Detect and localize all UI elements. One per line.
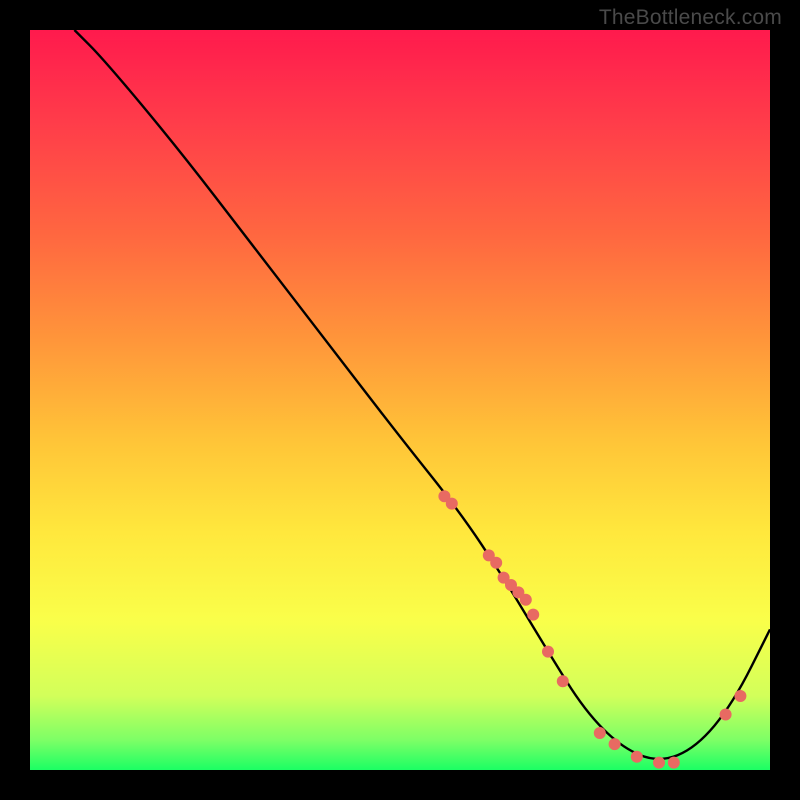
highlight-dot (668, 757, 680, 769)
highlight-dot (609, 738, 621, 750)
highlight-dot (557, 675, 569, 687)
chart-frame: TheBottleneck.com (0, 0, 800, 800)
highlight-dot (631, 751, 643, 763)
highlight-dot (653, 757, 665, 769)
watermark-text: TheBottleneck.com (599, 6, 782, 30)
highlight-dot (734, 690, 746, 702)
highlight-dot (446, 498, 458, 510)
highlight-dot (594, 727, 606, 739)
highlight-dots-group (438, 490, 746, 768)
highlight-dot (520, 594, 532, 606)
bottleneck-curve (74, 30, 770, 759)
highlight-dot (490, 557, 502, 569)
highlight-dot (542, 646, 554, 658)
highlight-dot (720, 709, 732, 721)
chart-svg (30, 30, 770, 770)
highlight-dot (527, 609, 539, 621)
